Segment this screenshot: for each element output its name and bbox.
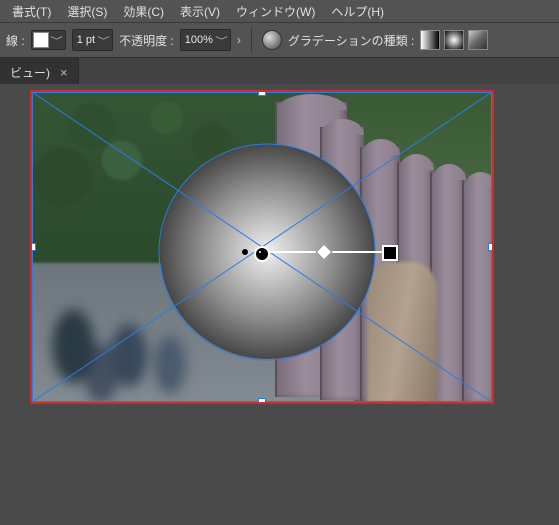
canvas-area[interactable]: [0, 84, 559, 525]
menu-effect[interactable]: 効果(C): [115, 1, 172, 22]
opacity-input[interactable]: 100% ﹀: [180, 29, 231, 51]
gradient-type-label: グラデーションの種類 :: [288, 32, 414, 49]
document-tab[interactable]: ビュー) ×: [0, 58, 79, 86]
fence-post: [462, 180, 494, 403]
menu-select[interactable]: 選択(S): [59, 1, 115, 22]
chevron-down-icon: ﹀: [46, 34, 67, 47]
artboard[interactable]: [30, 90, 494, 404]
options-bar: 線 : ﹀ 1 pt ﹀ 不透明度 : 100% ﹀ › グラデーションの種類 …: [0, 23, 559, 58]
gradient-end-stop[interactable]: [382, 245, 398, 261]
tab-close-button[interactable]: ×: [60, 65, 68, 80]
stroke-color-swatch[interactable]: ﹀: [31, 30, 66, 50]
stroke-weight-value: 1 pt: [77, 34, 95, 46]
menu-window[interactable]: ウィンドウ(W): [228, 1, 323, 22]
opacity-value: 100%: [185, 34, 213, 46]
separator: [251, 28, 252, 52]
stroke-label: 線 :: [6, 32, 25, 49]
gradient-freeform-button[interactable]: [468, 30, 488, 50]
chevron-down-icon: ﹀: [97, 34, 110, 47]
app-root: 書式(T) 選択(S) 効果(C) 表示(V) ウィンドウ(W) ヘルプ(H) …: [0, 0, 559, 525]
chevron-down-icon: ﹀: [215, 34, 228, 47]
stroke-weight-input[interactable]: 1 pt ﹀: [72, 29, 113, 51]
menu-view[interactable]: 表示(V): [172, 1, 228, 22]
menu-bar: 書式(T) 選択(S) 効果(C) 表示(V) ウィンドウ(W) ヘルプ(H): [0, 0, 559, 23]
menu-format[interactable]: 書式(T): [4, 1, 59, 22]
gradient-preview-icon[interactable]: [262, 30, 282, 50]
tab-title: ビュー): [10, 64, 50, 81]
gradient-linear-button[interactable]: [420, 30, 440, 50]
menu-help[interactable]: ヘルプ(H): [323, 1, 392, 22]
gradient-origin-dot[interactable]: [242, 249, 248, 255]
gradient-start-stop[interactable]: [254, 246, 270, 262]
gradient-type-group: [420, 30, 488, 50]
document-tab-bar: ビュー) ×: [0, 58, 559, 87]
opacity-flyout-icon[interactable]: ›: [237, 33, 241, 47]
opacity-label: 不透明度 :: [119, 32, 174, 49]
bg-deer: [367, 262, 437, 402]
gradient-radial-button[interactable]: [444, 30, 464, 50]
